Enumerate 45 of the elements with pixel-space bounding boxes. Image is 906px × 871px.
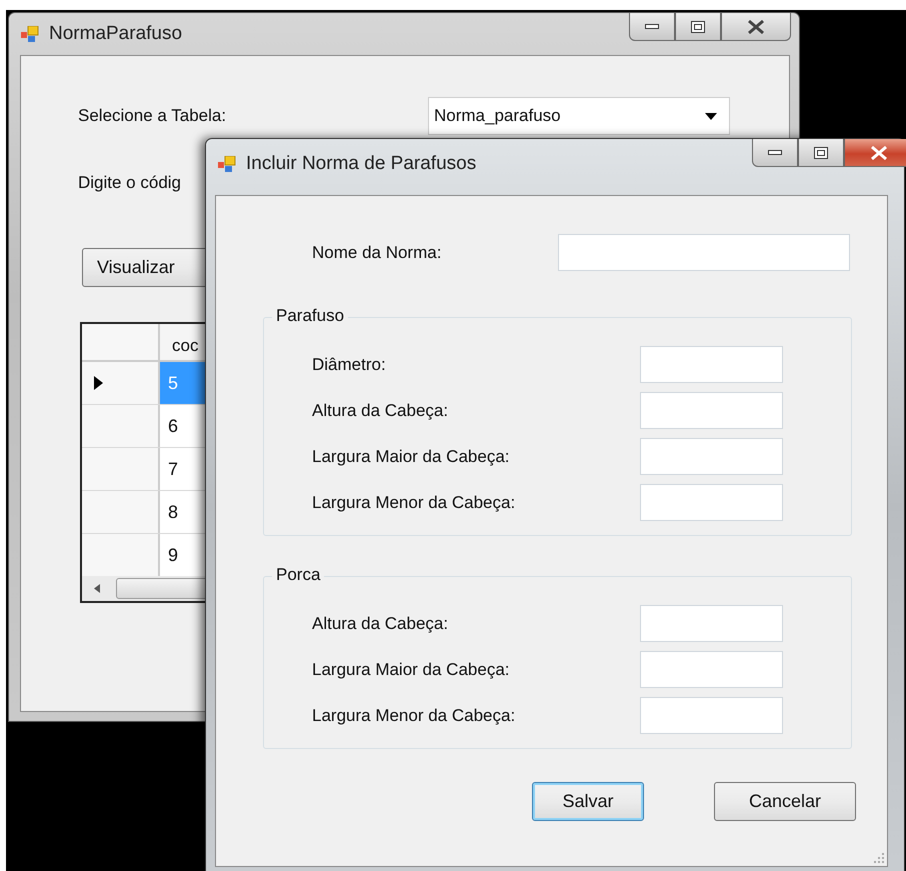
field-label: Largura Menor da Cabeça: [312, 706, 516, 726]
window-title: NormaParafuso [49, 23, 182, 45]
minimize-button[interactable] [752, 139, 798, 167]
field-label: Altura da Cabeça: [312, 400, 450, 420]
row-header[interactable] [82, 534, 160, 576]
input-field[interactable] [640, 346, 783, 383]
row-header[interactable] [82, 362, 160, 404]
maximize-icon [814, 146, 828, 158]
field-label: Largura Menor da Cabeça: [312, 492, 516, 512]
minimize-button[interactable] [629, 13, 675, 41]
field-label: Largura Maior da Cabeça: [312, 446, 511, 466]
input-field[interactable] [558, 234, 850, 271]
minimize-icon [768, 150, 782, 156]
row-header[interactable] [82, 448, 160, 490]
field-label: Nome da Norma: [312, 242, 442, 262]
close-icon [870, 146, 888, 160]
app-icon [21, 26, 39, 42]
maximize-button[interactable] [675, 13, 721, 41]
field-label: Largura Maior da Cabeça: [312, 660, 511, 680]
table-label: Selecione a Tabela: [78, 106, 228, 126]
maximize-icon [691, 20, 705, 32]
input-field[interactable] [640, 484, 783, 521]
dialog-button[interactable]: Salvar [532, 782, 644, 821]
window-title: Incluir Norma de Parafusos [246, 153, 476, 175]
resize-grip-icon [874, 853, 884, 863]
input-field[interactable] [640, 605, 783, 642]
input-field[interactable] [640, 697, 783, 734]
close-icon [747, 20, 765, 34]
row-header[interactable] [82, 491, 160, 533]
scroll-left-icon [94, 584, 100, 593]
maximize-button[interactable] [798, 139, 844, 167]
code-label: Digite o códig [78, 173, 182, 193]
dropdown-arrow-icon [705, 112, 717, 120]
table-dropdown[interactable]: Norma_parafuso [428, 97, 730, 135]
close-button[interactable] [844, 139, 906, 167]
field-label: Altura da Cabeça: [312, 614, 450, 634]
app-icon [218, 156, 236, 172]
field-label: Diâmetro: [312, 354, 387, 374]
input-field[interactable] [640, 392, 783, 429]
dialog-button[interactable]: Cancelar [714, 782, 856, 821]
input-field[interactable] [640, 651, 783, 688]
close-button[interactable] [721, 13, 791, 41]
input-field[interactable] [640, 438, 783, 475]
minimize-icon [645, 24, 659, 30]
row-header[interactable] [82, 405, 160, 447]
